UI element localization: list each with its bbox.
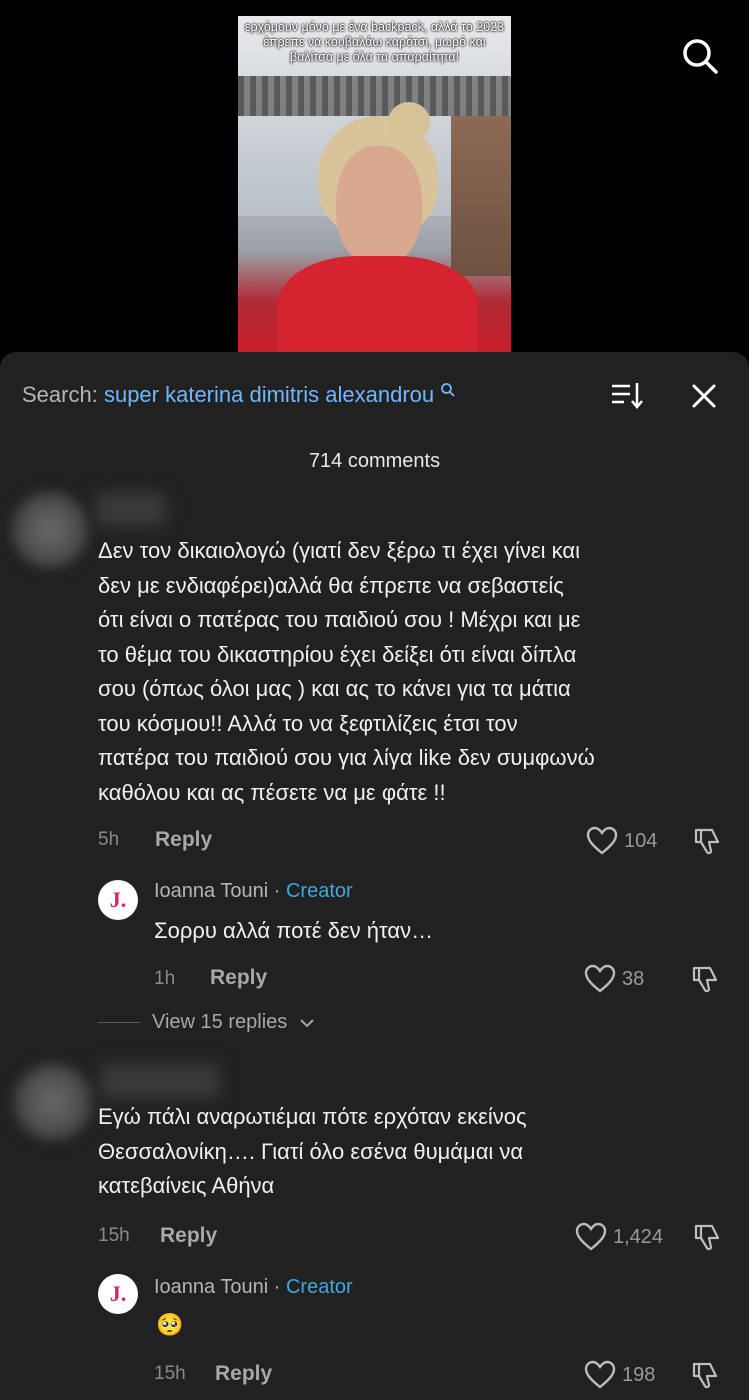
divider-line [98, 1022, 140, 1023]
heart-icon [575, 1222, 607, 1251]
creator-name-line[interactable]: Ioanna Touni · Creator [154, 880, 353, 903]
comment-line: καθόλου και ας πέσετε να με φάτε !! [98, 779, 446, 805]
dislike-icon[interactable] [690, 1360, 720, 1390]
reply-button[interactable]: Reply [215, 1362, 272, 1386]
comment-search-bar[interactable]: Search: super katerina dimitris alexandr… [22, 382, 456, 408]
reply-button[interactable]: Reply [155, 828, 212, 852]
video-person-body [278, 256, 478, 352]
avatar[interactable] [12, 492, 88, 568]
reply-button[interactable]: Reply [210, 966, 267, 990]
avatar[interactable] [14, 1064, 92, 1140]
like-count: 38 [622, 967, 645, 990]
video-thumbnail[interactable]: ερχόμουν μόνο με ένα backpack, αλλά το 2… [238, 16, 511, 352]
comment-text: Δεν τον δικαιολογώ (γιατί δεν ξέρω τι έχ… [98, 534, 728, 810]
creator-badge: Creator [285, 880, 353, 902]
like-count: 198 [622, 1363, 656, 1386]
video-roof [238, 76, 511, 116]
reply-text: 🥺 [156, 1312, 184, 1337]
creator-avatar[interactable]: J. [98, 1274, 138, 1314]
comment-time: 15h [98, 1225, 130, 1246]
comment-text: Εγώ πάλι αναρωτιέμαι πότε ερχόταν εκείνο… [98, 1100, 728, 1204]
comment-time: 5h [98, 829, 120, 850]
reply-time: 1h [154, 968, 176, 989]
dislike-icon[interactable] [690, 964, 720, 994]
comment-line: κατεβαίνεις Αθήνα [98, 1173, 275, 1198]
reply-text: Σορρυ αλλά ποτέ δεν ήταν… [154, 918, 434, 943]
like-button[interactable]: 104 [586, 826, 657, 856]
username-blurred[interactable] [100, 1064, 220, 1098]
search-icon[interactable] [680, 36, 720, 76]
reply-time: 15h [154, 1363, 186, 1384]
search-query[interactable]: super katerina dimitris alexandrou [104, 382, 434, 407]
heart-icon [584, 1360, 616, 1389]
creator-badge: Creator [285, 1276, 353, 1298]
comment-line: δεν με ενδιαφέρει)αλλά θα έπρεπε να σεβα… [98, 572, 564, 598]
creator-name-line[interactable]: Ioanna Touni · Creator [154, 1276, 353, 1299]
video-caption: ερχόμουν μόνο με ένα backpack, αλλά το 2… [244, 20, 505, 64]
comment-line: το θέμα του δικαστηρίου έχει δείξει ότι … [98, 641, 577, 667]
like-count: 1,424 [613, 1225, 664, 1248]
video-person-bun [388, 102, 430, 142]
search-query-icon [441, 383, 455, 397]
comment-line: σου (όπως όλοι μας ) και ας το κάνει για… [98, 676, 571, 701]
creator-name[interactable]: Ioanna Touni [154, 1276, 268, 1298]
like-count: 104 [624, 829, 658, 852]
creator-name[interactable]: Ioanna Touni [154, 880, 268, 902]
like-button[interactable]: 1,424 [575, 1222, 663, 1252]
video-person-face [336, 146, 422, 266]
creator-avatar[interactable]: J. [98, 880, 138, 920]
comment-line: Εγώ πάλι αναρωτιέμαι πότε ερχόταν εκείνο… [98, 1104, 527, 1129]
heart-icon [584, 964, 616, 993]
reply-button[interactable]: Reply [160, 1224, 217, 1248]
comment-line: Θεσσαλονίκη…. Γιατί όλο εσένα θυμάμαι να [98, 1138, 524, 1164]
comment-line: του κόσμου!! Αλλά το να ξεφτιλίζεις έτσι… [98, 710, 518, 736]
chevron-down-icon [300, 1018, 314, 1027]
sort-icon[interactable] [610, 380, 644, 410]
comments-sheet: Search: super katerina dimitris alexandr… [0, 352, 749, 1400]
view-replies-label: View 15 replies [152, 1011, 288, 1033]
username-blurred[interactable] [96, 492, 166, 526]
like-button[interactable]: 38 [584, 964, 644, 994]
dislike-icon[interactable] [692, 826, 722, 856]
comment-count: 714 comments [308, 450, 441, 472]
comment-line: Δεν τον δικαιολογώ (γιατί δεν ξέρω τι έχ… [98, 538, 580, 563]
search-label: Search: [22, 382, 98, 407]
comment-line: πατέρα του παιδιού σου για λίγα like δεν… [98, 745, 595, 770]
name-separator: · [273, 1276, 281, 1298]
view-replies-button[interactable]: View 15 replies [98, 1011, 315, 1034]
comment-line: ότι είναι ο πατέρας του παιδιού σου ! Μέ… [98, 607, 581, 632]
dislike-icon[interactable] [692, 1222, 722, 1252]
heart-icon [586, 826, 618, 855]
name-separator: · [273, 880, 281, 902]
video-building [451, 116, 511, 276]
close-icon[interactable] [688, 380, 720, 412]
like-button[interactable]: 198 [584, 1360, 655, 1390]
